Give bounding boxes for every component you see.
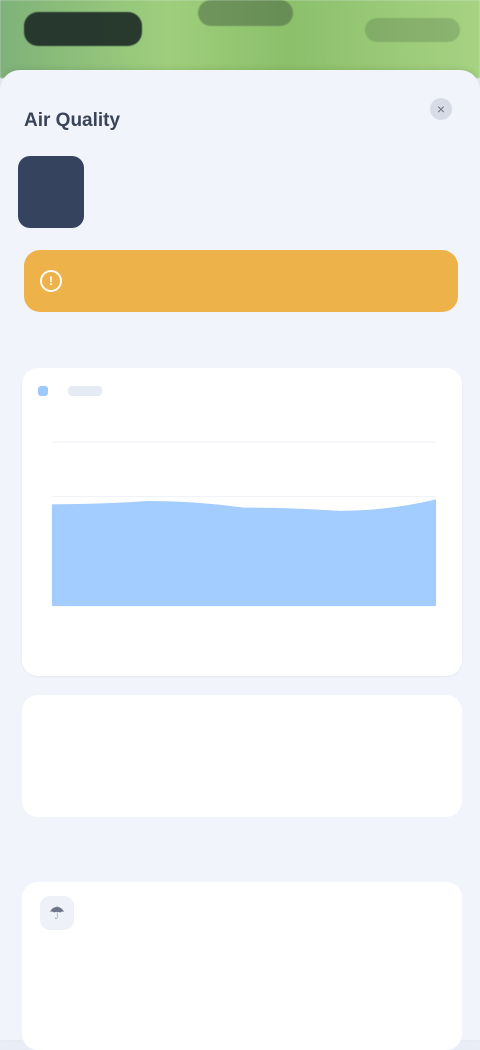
day-tab-0[interactable] [18, 156, 84, 228]
chart-legend [38, 386, 102, 396]
day-selector [18, 156, 480, 228]
close-icon: × [436, 101, 446, 117]
day-tab-4[interactable] [282, 156, 348, 228]
day-tab-3[interactable] [216, 156, 282, 228]
background-wallpaper [0, 0, 480, 78]
recommendations-card: ☂ [22, 882, 462, 1050]
background-shape [24, 12, 142, 46]
close-button[interactable]: × [430, 98, 452, 120]
day-tab-6[interactable] [414, 156, 480, 228]
area-series [52, 499, 436, 606]
info-card [22, 695, 462, 817]
day-tab-2[interactable] [150, 156, 216, 228]
legend-separator [68, 386, 102, 396]
background-shape [198, 0, 293, 26]
day-tab-5[interactable] [348, 156, 414, 228]
page-title: Air Quality [24, 110, 121, 131]
background-shape [365, 18, 460, 42]
umbrella-icon: ☂ [40, 896, 74, 930]
warning-icon: ! [40, 270, 62, 292]
chart-card [22, 368, 462, 676]
day-tab-1[interactable] [84, 156, 150, 228]
recommendation-item[interactable]: ☂ [40, 896, 444, 930]
air-quality-sheet: Air Quality × ! ☂ [0, 70, 480, 1050]
legend-swatch [38, 386, 48, 396]
sheet-header: Air Quality × [24, 98, 456, 140]
air-quality-banner[interactable]: ! [24, 250, 458, 312]
air-quality-chart [52, 441, 436, 607]
